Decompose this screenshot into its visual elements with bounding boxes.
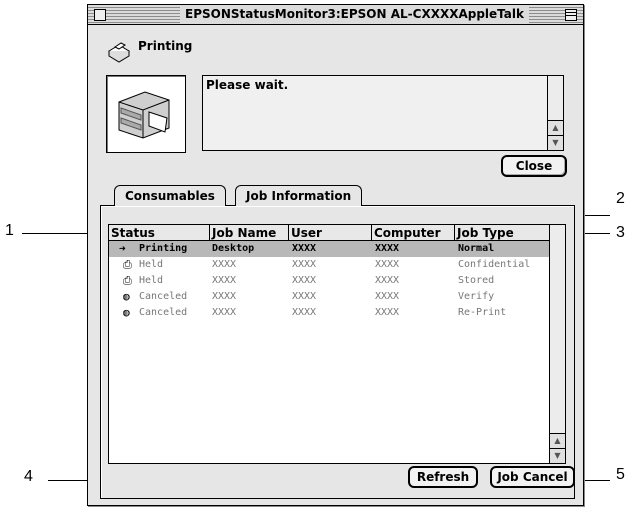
row-user: XXXX — [292, 243, 317, 254]
callout-5: 5 — [616, 466, 625, 483]
table-row[interactable]: ⎙ Held XXXX XXXX XXXX Confidential — [109, 257, 551, 273]
col-header-job-type[interactable]: Job Type — [455, 225, 552, 241]
canceled-icon: ◍ — [123, 290, 130, 303]
row-computer: XXXX — [375, 243, 400, 254]
window-close-box[interactable] — [94, 9, 106, 21]
status-title: Printing — [138, 39, 193, 53]
row-job-name: Desktop — [212, 243, 255, 254]
row-job-type: Normal — [458, 243, 495, 254]
row-status: Held — [139, 259, 164, 270]
row-user: XXXX — [292, 275, 317, 286]
title-bar[interactable]: EPSONStatusMonitor3:EPSON AL-CXXXXAppleT… — [88, 5, 583, 25]
col-header-status[interactable]: Status — [109, 225, 210, 241]
close-button[interactable]: Close — [501, 155, 567, 177]
row-job-type: Stored — [458, 275, 495, 286]
message-scrollbar[interactable]: ▲ ▼ — [547, 76, 563, 150]
col-header-computer[interactable]: Computer — [372, 225, 455, 241]
scroll-up-icon[interactable]: ▲ — [550, 433, 565, 448]
callout-2: 2 — [616, 190, 625, 207]
window-zoom-box[interactable] — [565, 9, 577, 21]
printer-image — [106, 75, 186, 153]
row-job-type: Confidential — [458, 259, 531, 270]
row-computer: XXXX — [375, 275, 400, 286]
held-document-icon: ⎙ — [123, 258, 132, 271]
row-job-name: XXXX — [212, 259, 237, 270]
row-status: Canceled — [139, 291, 188, 302]
row-status: Held — [139, 275, 164, 286]
callout-3: 3 — [616, 224, 625, 241]
scroll-up-icon[interactable]: ▲ — [548, 120, 563, 135]
row-status: Canceled — [139, 307, 188, 318]
callout-4: 4 — [24, 468, 33, 485]
tab-consumables[interactable]: Consumables — [114, 185, 226, 206]
job-cancel-button[interactable]: Job Cancel — [490, 466, 575, 488]
table-row[interactable]: ➜ Printing Desktop XXXX XXXX Normal — [109, 241, 551, 257]
row-user: XXXX — [292, 307, 317, 318]
row-computer: XXXX — [375, 259, 400, 270]
status-message-box: Please wait. ▲ ▼ — [202, 75, 564, 151]
table-row[interactable]: ⎙ Held XXXX XXXX XXXX Stored — [109, 273, 551, 289]
refresh-button[interactable]: Refresh — [408, 466, 478, 488]
list-scrollbar[interactable]: ▲ ▼ — [549, 225, 565, 463]
status-message: Please wait. — [206, 78, 289, 92]
status-monitor-window: EPSONStatusMonitor3:EPSON AL-CXXXXAppleT… — [87, 4, 584, 506]
col-header-job-name[interactable]: Job Name — [210, 225, 289, 241]
row-job-name: XXXX — [212, 291, 237, 302]
row-computer: XXXX — [375, 307, 400, 318]
table-row[interactable]: ◍ Canceled XXXX XXXX XXXX Verify — [109, 289, 551, 305]
row-status: Printing — [139, 243, 188, 254]
callout-1: 1 — [5, 222, 14, 239]
row-computer: XXXX — [375, 291, 400, 302]
row-job-type: Re-Print — [458, 307, 507, 318]
tab-job-information[interactable]: Job Information — [235, 185, 363, 206]
window-title: EPSONStatusMonitor3:EPSON AL-CXXXXAppleT… — [180, 6, 529, 23]
row-job-name: XXXX — [212, 275, 237, 286]
row-job-type: Verify — [458, 291, 495, 302]
canceled-icon: ◍ — [123, 306, 130, 319]
printer-status-icon — [106, 41, 132, 65]
job-list: Status Job Name User Computer Job Type ➜… — [108, 224, 566, 464]
col-header-user[interactable]: User — [289, 225, 372, 241]
row-user: XXXX — [292, 291, 317, 302]
table-row[interactable]: ◍ Canceled XXXX XXXX XXXX Re-Print — [109, 305, 551, 321]
row-job-name: XXXX — [212, 307, 237, 318]
arrow-printer-icon: ➜ — [119, 242, 126, 255]
held-document-icon: ⎙ — [123, 274, 132, 287]
row-user: XXXX — [292, 259, 317, 270]
scroll-down-icon[interactable]: ▼ — [548, 135, 563, 150]
scroll-down-icon[interactable]: ▼ — [550, 448, 565, 463]
